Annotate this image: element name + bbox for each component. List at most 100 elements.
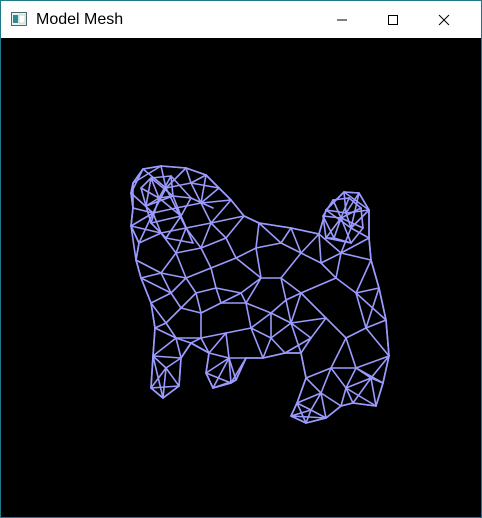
mesh-edge: [200, 302, 222, 314]
close-icon: [438, 14, 450, 25]
mesh-edge: [370, 377, 377, 407]
mesh-edge: [210, 257, 237, 269]
mesh-edge: [200, 247, 212, 269]
mesh-edge: [235, 247, 257, 259]
mesh-edge: [310, 317, 327, 339]
mesh-edge: [185, 222, 212, 229]
mesh-edge: [370, 259, 380, 289]
mesh-edge: [245, 302, 272, 314]
mesh-edge: [175, 337, 182, 359]
close-button[interactable]: [421, 1, 467, 38]
mesh-edge: [375, 382, 384, 407]
mesh-edge: [150, 355, 154, 389]
mesh-edge: [150, 292, 172, 304]
mesh-edge: [152, 327, 156, 357]
mesh-edge: [333, 217, 342, 239]
mesh-edge: [185, 167, 207, 176]
mesh-edge: [320, 262, 337, 279]
mesh-edge: [322, 215, 342, 219]
mesh-edge: [270, 337, 286, 354]
mesh-edge: [225, 327, 252, 334]
mesh-edge: [170, 292, 182, 309]
mesh-edge: [325, 405, 342, 419]
mesh-edge: [220, 292, 242, 304]
mesh-edge: [178, 357, 182, 387]
minimize-icon: [337, 19, 347, 20]
mesh-edge: [284, 337, 312, 354]
mesh-edge: [350, 227, 364, 244]
mesh-edge: [280, 252, 302, 279]
mesh-edge: [270, 322, 292, 339]
render-viewport[interactable]: [1, 38, 481, 517]
mesh-edge: [160, 227, 187, 234]
mesh-edge: [340, 387, 347, 407]
mesh-edge: [290, 317, 327, 324]
mesh-edge: [230, 199, 245, 217]
mesh-edge: [318, 233, 342, 254]
mesh-edge: [140, 272, 162, 279]
mesh-edge: [245, 277, 262, 304]
mesh-edge: [215, 287, 242, 294]
mesh-edge: [262, 352, 286, 359]
mesh-edge: [355, 287, 380, 294]
mesh-edge: [165, 357, 182, 369]
mesh-edge: [335, 277, 357, 294]
mesh-edge: [150, 385, 180, 389]
mesh-edge: [162, 385, 180, 399]
mesh-edge: [152, 355, 182, 359]
mesh-edge: [200, 199, 232, 204]
mesh-edge: [330, 367, 347, 389]
mesh-edge: [320, 252, 342, 264]
mesh-edge: [160, 165, 187, 169]
mesh-edge: [240, 277, 262, 294]
mesh-edge: [180, 342, 192, 359]
mesh-edge: [218, 187, 232, 201]
mesh-edge: [190, 174, 207, 184]
mesh-edge: [368, 237, 372, 261]
mesh-edge: [325, 317, 347, 339]
mesh-edge: [300, 252, 322, 264]
mesh-edge: [335, 252, 342, 279]
maximize-button[interactable]: [370, 1, 416, 38]
mesh-edge: [175, 247, 202, 254]
mesh-edge: [340, 252, 372, 261]
mesh-edge: [305, 417, 327, 424]
mesh-edge: [365, 327, 390, 357]
mesh-edge: [215, 287, 222, 304]
mesh-edge: [355, 259, 372, 294]
mesh-edge: [160, 272, 187, 279]
mesh-edge: [255, 247, 262, 279]
mesh-edge: [243, 215, 260, 224]
mesh-edge: [185, 267, 212, 279]
mesh-edge: [180, 292, 197, 309]
mesh-edge: [340, 237, 370, 254]
mesh-edge: [300, 352, 307, 379]
mesh-edge: [330, 337, 347, 369]
app-window: Model Mesh: [0, 0, 482, 518]
mesh-edge: [130, 207, 134, 227]
minimize-button[interactable]: [319, 1, 365, 38]
mesh-edge: [172, 195, 192, 199]
mesh-edge: [208, 352, 230, 359]
mesh-edge: [240, 292, 247, 304]
mesh-edge: [345, 327, 367, 339]
mesh-edge: [175, 252, 187, 279]
mesh-edge: [300, 277, 337, 294]
mesh-edge: [185, 277, 197, 294]
mesh-edge: [152, 337, 177, 357]
mesh-edge: [255, 222, 260, 249]
mesh-edge: [135, 242, 140, 261]
mesh-edge: [235, 257, 262, 279]
mesh-edge: [225, 237, 237, 259]
mesh-edge: [180, 215, 194, 244]
window-title: Model Mesh: [36, 11, 124, 28]
title-bar[interactable]: Model Mesh: [1, 1, 481, 38]
mesh-edge: [340, 402, 354, 407]
mesh-edge: [170, 277, 187, 294]
mesh-edge: [225, 332, 230, 359]
mesh-edge: [160, 252, 177, 274]
mesh-edge: [150, 175, 172, 179]
mesh-edge: [280, 227, 292, 244]
mesh-edge: [318, 233, 322, 264]
mesh-edge: [290, 227, 320, 235]
